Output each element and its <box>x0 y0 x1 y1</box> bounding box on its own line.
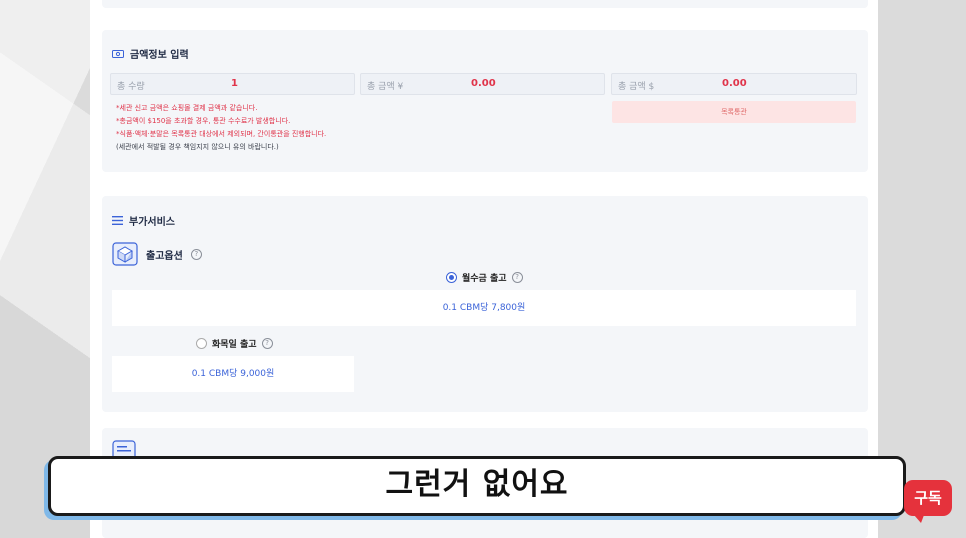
amount-section-title: 금액정보 입력 <box>112 46 189 61</box>
note-line: *총금액이 $150을 초과할 경우, 통관 수수료가 발생합니다. <box>116 117 291 125</box>
option-label: 월수금 출고 <box>462 274 507 284</box>
total-quantity-field[interactable]: 총 수량 1 <box>110 73 355 95</box>
radio-unselected-icon[interactable] <box>196 338 207 349</box>
list-customs-button[interactable]: 목록통관 <box>612 101 856 123</box>
previous-section-card <box>102 0 868 8</box>
total-quantity-value: 1 <box>231 78 238 89</box>
extra-services-title: 부가서비스 <box>112 213 175 228</box>
total-quantity-label: 총 수량 <box>117 82 145 92</box>
help-icon[interactable]: ? <box>511 272 523 283</box>
help-icon[interactable]: ? <box>190 248 202 260</box>
subtitle-caption: 그런거 없어요 <box>48 456 906 516</box>
total-amount-usd-field[interactable]: 총 금액 $ 0.00 <box>611 73 857 95</box>
option-tue-thu-sun[interactable]: 화목일 출고 ? <box>196 337 273 350</box>
total-amount-usd-label: 총 금액 $ <box>618 82 655 92</box>
subscribe-badge[interactable]: 구독 <box>904 480 952 523</box>
option-price-tue-thu-sun: 0.1 CBM당 9,000원 <box>112 356 354 392</box>
option-price-mon-wed-fri: 0.1 CBM당 7,800원 <box>112 290 856 326</box>
help-icon[interactable]: ? <box>261 338 273 349</box>
total-amount-yuan-value: 0.00 <box>471 78 496 89</box>
note-line: *식품·액체·분말은 목록통관 대상에서 제외되며, 간이통관을 진행합니다. <box>116 130 327 138</box>
option-label: 화목일 출고 <box>212 340 257 350</box>
money-icon <box>112 49 124 58</box>
box-icon <box>112 242 138 266</box>
total-amount-usd-value: 0.00 <box>722 78 747 89</box>
shipping-option-header: 출고옵션 ? <box>112 242 202 266</box>
total-amount-yuan-label: 총 금액 ¥ <box>367 82 404 92</box>
note-line: *세관 신고 금액은 쇼핑몰 결제 금액과 같습니다. <box>116 104 258 112</box>
total-amount-yuan-field[interactable]: 총 금액 ¥ 0.00 <box>360 73 605 95</box>
extra-services-section: 부가서비스 출고옵션 ? 월수금 출고 ? 0.1 CBM당 7,800원 화목… <box>102 196 868 412</box>
shipping-option-title: 출고옵션 <box>146 250 183 262</box>
menu-icon <box>112 216 123 225</box>
amount-notes: *세관 신고 금액은 쇼핑몰 결제 금액과 같습니다. *총금액이 $150을 … <box>116 102 326 154</box>
note-line: (세관에서 적발될 경우 책임지지 않으니 유의 바랍니다.) <box>116 143 279 151</box>
radio-selected-icon[interactable] <box>446 272 457 283</box>
option-mon-wed-fri[interactable]: 월수금 출고 ? <box>446 271 523 284</box>
